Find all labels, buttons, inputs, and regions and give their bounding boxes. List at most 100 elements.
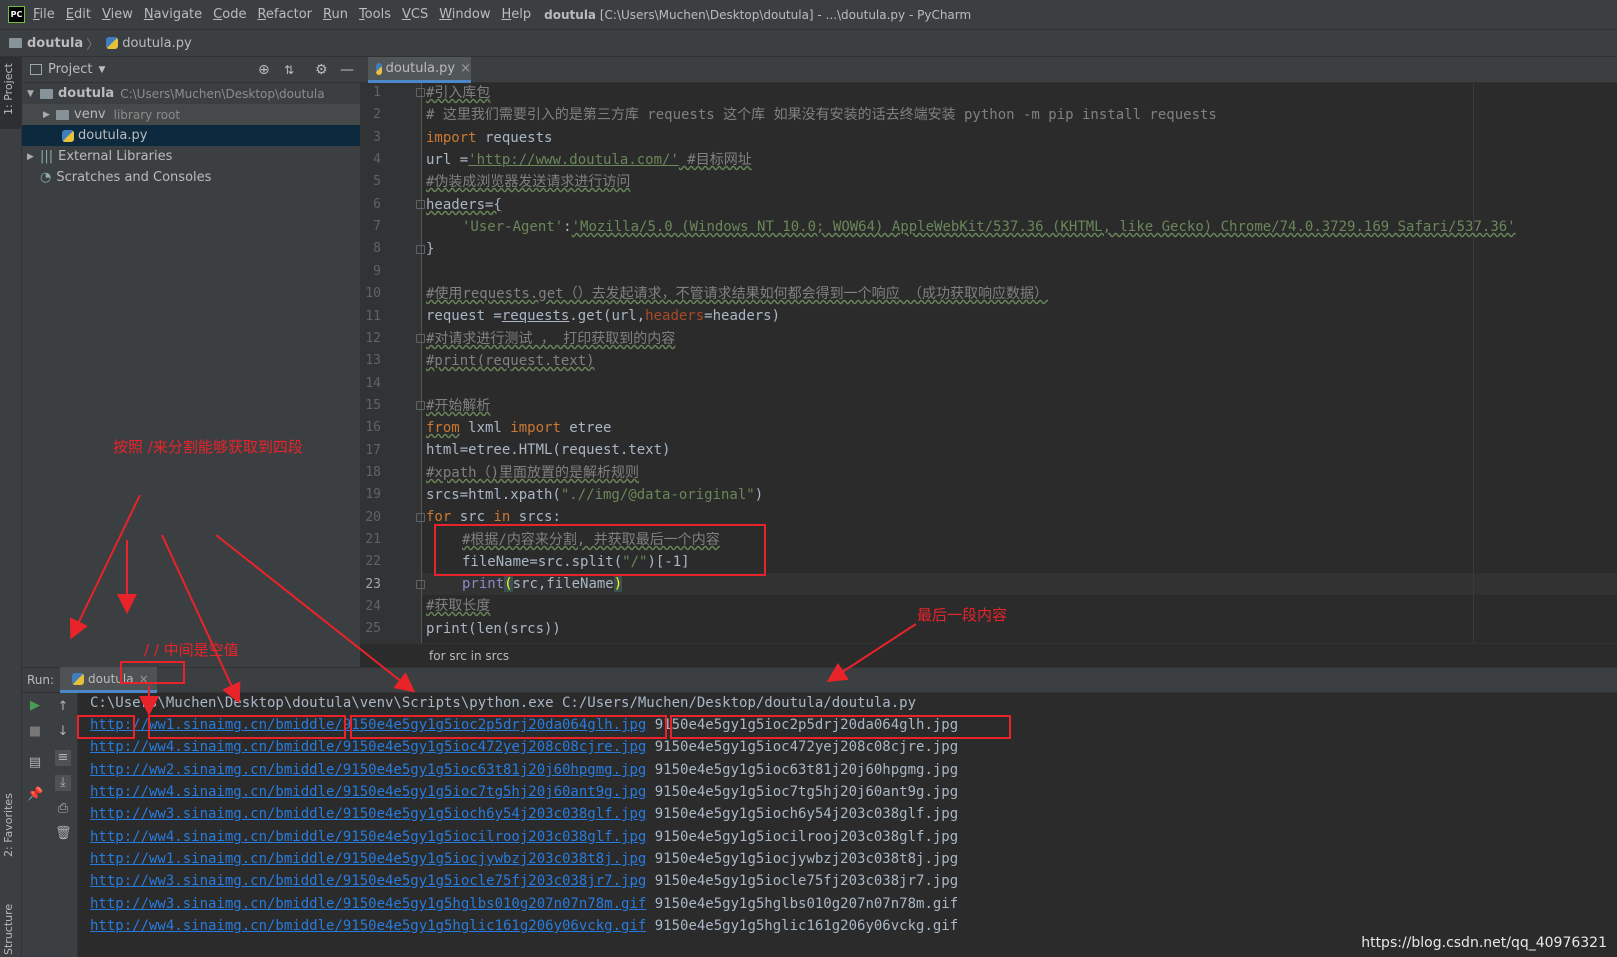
console-url-link[interactable]: http://ww4.sinaimg.cn/bmiddle/9150e4e5gy… — [90, 829, 646, 845]
console-url-link[interactable]: http://ww3.sinaimg.cn/bmiddle/9150e4e5gy… — [90, 896, 646, 912]
console-command: C:\Users\Muchen\Desktop\doutula\venv\Scr… — [90, 695, 917, 711]
python-file-icon — [376, 62, 382, 75]
tree-venv[interactable]: ▶ venv library root — [22, 104, 360, 125]
layout-icon[interactable]: ▤ — [27, 755, 43, 771]
favorites-tool-tab[interactable]: 2: Favorites — [2, 793, 15, 857]
console-url-link[interactable]: http://ww3.sinaimg.cn/bmiddle/9150e4e5gy… — [90, 806, 646, 822]
highlight-box-segment-2 — [148, 715, 346, 739]
scroll-to-end-icon[interactable]: ⤓ — [55, 775, 71, 791]
line-number: 4 — [373, 152, 381, 167]
pycharm-logo-icon: PC — [8, 6, 25, 23]
console-filename: 9150e4e5gy1g5ioc63t81j20j60hpgmg.jpg — [654, 762, 959, 778]
fold-marker-icon[interactable] — [416, 200, 425, 209]
console-filename: 9150e4e5gy1g5iocjywbzj203c038t8j.jpg — [654, 851, 959, 867]
annotation-last-note: 最后一段内容 — [917, 606, 1008, 624]
fold-marker-icon[interactable] — [416, 245, 425, 254]
library-icon: ||| — [40, 149, 54, 164]
console-url-link[interactable]: http://ww2.sinaimg.cn/bmiddle/9150e4e5gy… — [90, 762, 646, 778]
menu-navigate[interactable]: Navigate — [144, 7, 202, 22]
console-url-link[interactable]: http://ww4.sinaimg.cn/bmiddle/9150e4e5gy… — [90, 739, 646, 755]
tab-doutula-py[interactable]: doutula.py × — [368, 57, 471, 83]
tree-root[interactable]: ▼ doutula C:\Users\Muchen\Desktop\doutul… — [22, 83, 360, 104]
menu-code[interactable]: Code — [213, 7, 246, 22]
print-icon[interactable]: ⎙ — [55, 801, 71, 817]
menu-run[interactable]: Run — [323, 7, 348, 22]
trash-icon[interactable]: 🗑 — [55, 826, 72, 842]
project-view-selector[interactable]: Project — [48, 62, 92, 77]
highlight-box-segment-3 — [350, 715, 667, 739]
right-margin-guide — [1473, 83, 1474, 643]
line-number: 20 — [365, 510, 381, 525]
pin-icon[interactable]: 📌 — [27, 787, 43, 803]
menu-help[interactable]: Help — [502, 7, 532, 22]
menu-edit[interactable]: Edit — [66, 7, 91, 22]
menu-view[interactable]: View — [102, 7, 133, 22]
tree-scratches[interactable]: ◔ Scratches and Consoles — [22, 167, 360, 188]
line-number: 25 — [365, 621, 381, 636]
fold-marker-icon[interactable] — [416, 513, 425, 522]
breadcrumb-project[interactable]: doutula — [27, 36, 83, 51]
scroll-up-icon[interactable]: ↑ — [55, 699, 71, 715]
expand-arrow-icon[interactable]: ▼ — [26, 89, 35, 99]
console-url-link[interactable]: http://ww1.sinaimg.cn/bmiddle/9150e4e5gy… — [90, 851, 646, 867]
console-output-row: http://ww4.sinaimg.cn/bmiddle/9150e4e5gy… — [90, 739, 958, 761]
menu-vcs[interactable]: VCS — [402, 7, 428, 22]
expand-arrow-icon[interactable]: ▶ — [42, 110, 51, 120]
locate-icon[interactable]: ⊕ — [258, 62, 270, 78]
expand-arrow-icon[interactable]: ▶ — [26, 152, 35, 162]
annotation-split-note: 按照 /来分割能够获取到四段 — [113, 438, 303, 456]
collapse-all-icon[interactable]: ⇅ — [284, 63, 294, 77]
line-number: 15 — [365, 398, 381, 413]
line-number: 11 — [365, 309, 381, 324]
fold-marker-icon[interactable] — [416, 334, 425, 343]
code-line-25: print(len(srcs)) — [426, 621, 561, 637]
dropdown-arrow-icon[interactable]: ▼ — [98, 65, 105, 75]
code-line-19: srcs=html.xpath(".//img/@data-original") — [426, 487, 764, 503]
menu-tools[interactable]: Tools — [359, 7, 391, 22]
console-url-link[interactable]: http://ww4.sinaimg.cn/bmiddle/9150e4e5gy… — [90, 784, 646, 800]
minimize-icon[interactable]: — — [340, 62, 354, 78]
close-icon[interactable]: × — [460, 61, 471, 76]
line-number: 6 — [373, 197, 381, 212]
fold-marker-icon[interactable] — [416, 88, 425, 97]
folder-icon — [40, 88, 53, 99]
code-line-23: print(src,fileName) — [462, 576, 623, 592]
code-line-4: url ='http://www.doutula.com/' #目标网址 — [426, 152, 752, 168]
rerun-icon[interactable]: ▶ — [27, 698, 43, 714]
code-line-12: #对请求进行测试 ， 打印获取到的内容 — [426, 331, 676, 347]
console-url-link[interactable]: http://ww3.sinaimg.cn/bmiddle/9150e4e5gy… — [90, 873, 646, 889]
scratches-icon: ◔ — [40, 170, 52, 185]
code-line-18: #xpath（)里面放置的是解析规则 — [426, 465, 640, 481]
tree-external[interactable]: ▶ ||| External Libraries — [22, 146, 360, 167]
line-number: 8 — [373, 241, 381, 256]
stop-icon[interactable]: ■ — [27, 724, 43, 740]
fold-marker-icon[interactable] — [416, 401, 425, 410]
menu-bar: PC File Edit View Navigate Code Refactor Run To… — [0, 0, 1617, 30]
line-number: 1 — [373, 85, 381, 100]
breadcrumb-file[interactable]: doutula.py — [122, 36, 191, 51]
menu-refactor[interactable]: Refactor — [257, 7, 312, 22]
code-line-24: #获取长度 — [426, 598, 491, 614]
watermark: https://blog.csdn.net/qq_40976321 — [1361, 935, 1607, 951]
project-tool-tab[interactable]: 1: Project — [2, 63, 15, 115]
code-line-16: from lxml import etree — [426, 420, 612, 436]
line-number: 13 — [365, 353, 381, 368]
console-url-link[interactable]: http://ww4.sinaimg.cn/bmiddle/9150e4e5gy… — [90, 918, 646, 934]
editor-breadcrumb[interactable]: for src in srcs — [360, 643, 1617, 667]
menu-file[interactable]: File — [33, 7, 55, 22]
structure-tool-tab[interactable]: Structure — [2, 904, 15, 955]
gear-icon[interactable]: ⚙ — [315, 62, 328, 78]
fold-marker-icon[interactable] — [416, 580, 425, 589]
console-output-row: http://ww3.sinaimg.cn/bmiddle/9150e4e5gy… — [90, 896, 958, 918]
scroll-down-icon[interactable]: ↓ — [55, 724, 71, 740]
run-panel-header: Run: doutula × — [22, 667, 1617, 693]
python-file-icon — [62, 129, 74, 142]
run-label: Run: — [27, 673, 55, 687]
line-number: 12 — [365, 331, 381, 346]
menu-window[interactable]: Window — [439, 7, 490, 22]
root-path: C:\Users\Muchen\Desktop\doutula — [120, 86, 325, 101]
soft-wrap-icon[interactable]: ≡ — [55, 750, 71, 766]
tree-file[interactable]: doutula.py — [22, 125, 360, 146]
code-line-2: # 这里我们需要引入的是第三方库 requests 这个库 如果没有安装的话去终… — [426, 107, 1217, 123]
console-filename: 9150e4e5gy1g5ioch6y54j203c038glf.jpg — [654, 806, 959, 822]
